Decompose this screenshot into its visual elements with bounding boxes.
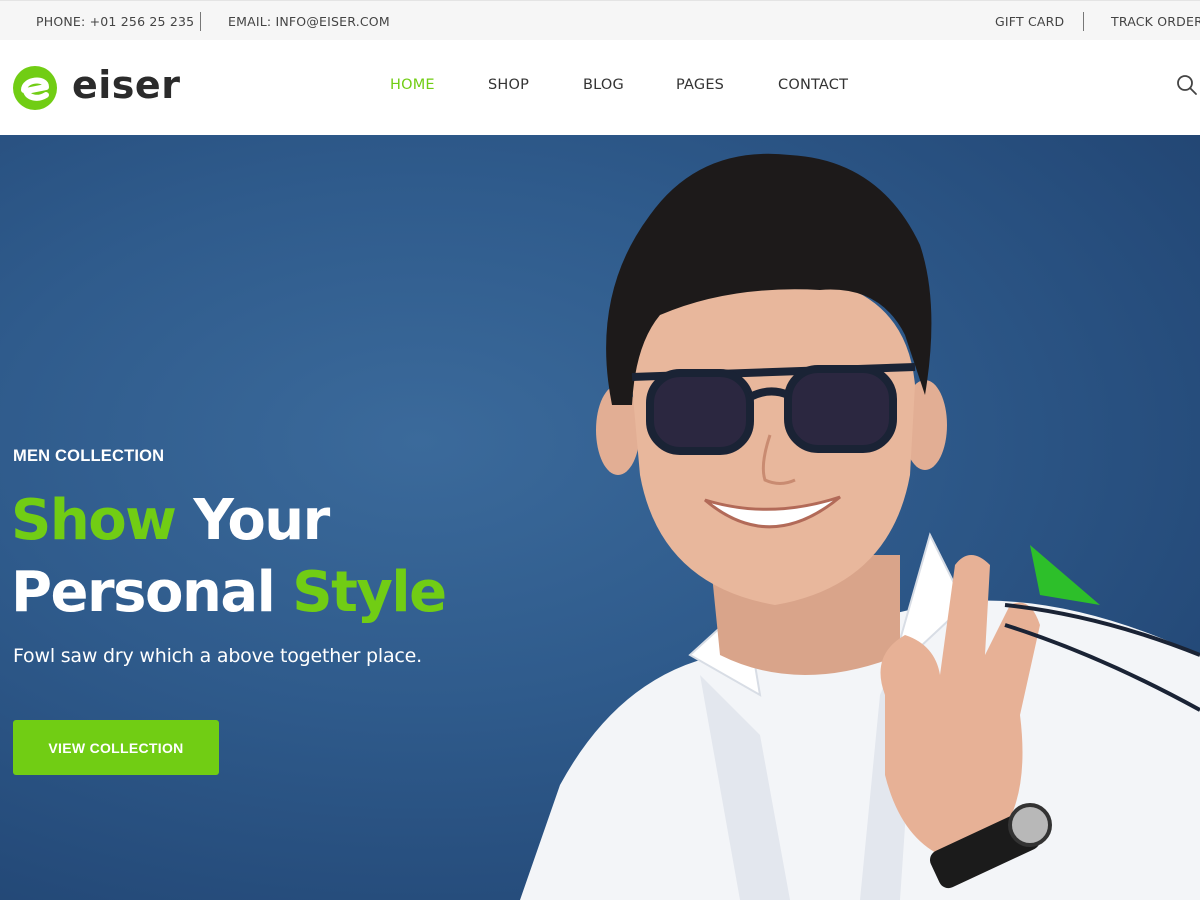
nav-home[interactable]: HOME [390,77,435,93]
nav-pages[interactable]: PAGES [676,77,724,93]
email-text: EMAIL: INFO@EISER.COM [228,14,390,29]
phone-text: PHONE: +01 256 25 235 [36,14,195,29]
hero-headline: Show Your Personal Style [11,485,447,629]
headline-word-your: Your [193,488,330,553]
search-icon[interactable] [1175,73,1199,97]
hero-eyebrow: MEN COLLECTION [13,447,165,465]
headline-word-style: Style [292,560,447,625]
logo-text: eiser [72,63,181,107]
nav-shop[interactable]: SHOP [488,77,529,93]
divider [200,12,201,31]
gift-card-link[interactable]: GIFT CARD [995,14,1064,29]
nav-blog[interactable]: BLOG [583,77,624,93]
nav-contact[interactable]: CONTACT [778,77,848,93]
view-collection-label: VIEW COLLECTION [48,739,184,756]
headline-word-personal: Personal [11,560,276,625]
hero-banner: MEN COLLECTION Show Your Personal Style … [0,135,1200,900]
site-header: eiser HOME SHOP BLOG PAGES CONTACT [0,40,1200,135]
track-order-link[interactable]: TRACK ORDER [1111,14,1200,29]
hero-subtitle: Fowl saw dry which a above together plac… [13,645,422,667]
headline-word-show: Show [11,488,177,553]
divider [1083,12,1084,31]
view-collection-button[interactable]: VIEW COLLECTION [13,720,219,775]
site-logo[interactable]: eiser [12,63,192,115]
logo-mark-icon [13,66,57,110]
top-bar: PHONE: +01 256 25 235 EMAIL: INFO@EISER.… [0,0,1200,40]
